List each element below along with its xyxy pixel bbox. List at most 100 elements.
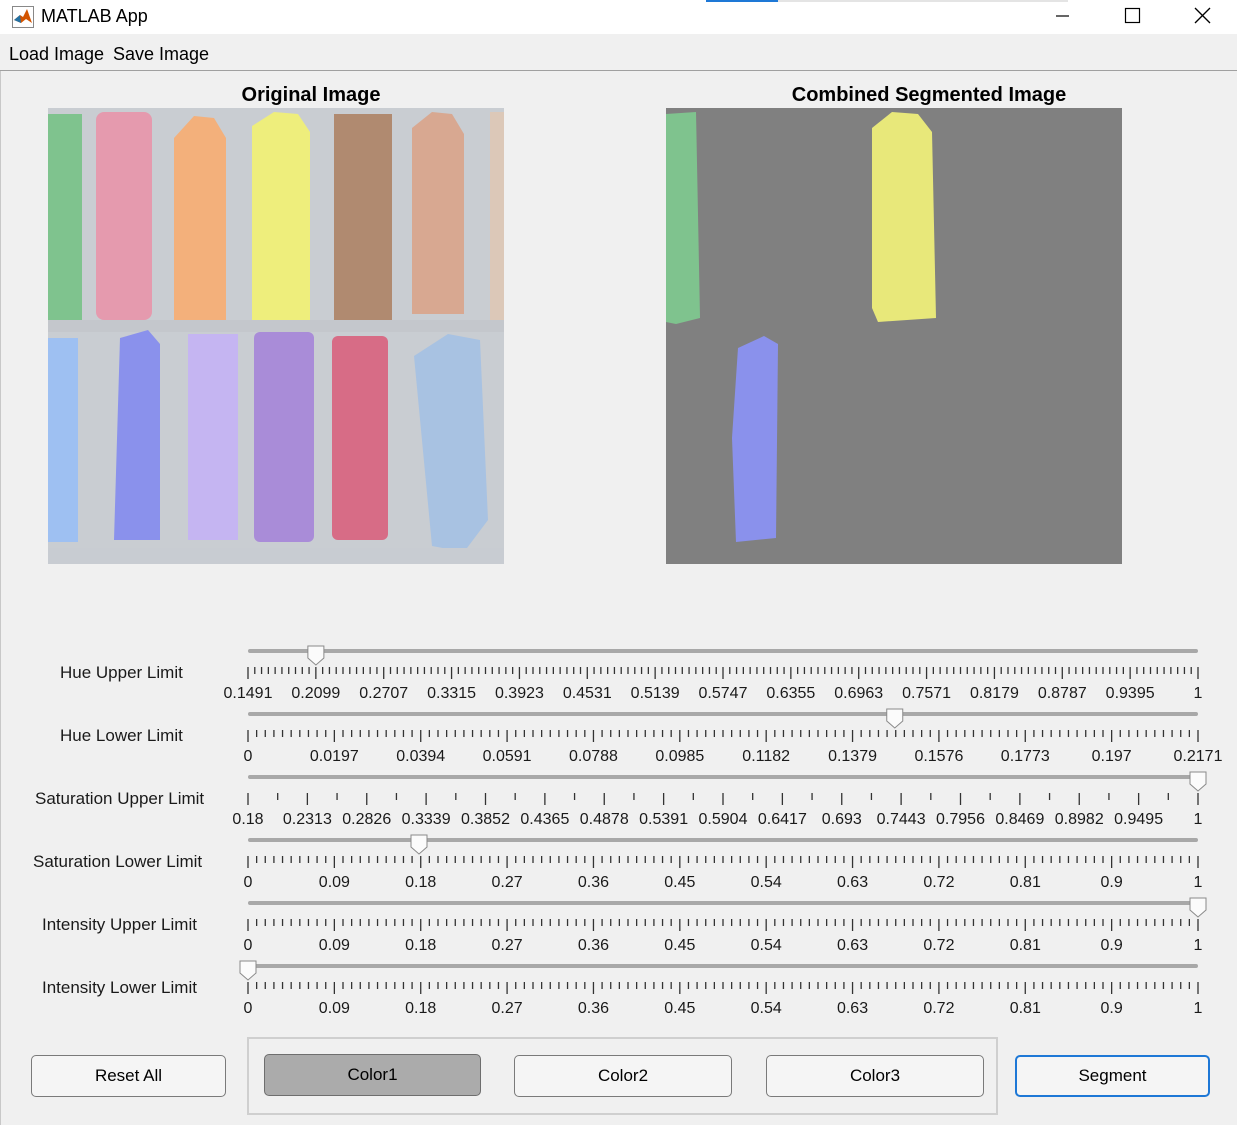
tick-label: 0.9495 — [1114, 811, 1164, 828]
tick-label: 0.2826 — [342, 811, 392, 828]
tick-label: 0.1773 — [1000, 748, 1050, 765]
tick-label: 0.5904 — [698, 811, 748, 828]
color3-button[interactable]: Color3 — [766, 1055, 984, 1097]
color2-button[interactable]: Color2 — [514, 1055, 732, 1097]
tick-label: 0.5139 — [630, 685, 680, 702]
tick-label: 0.8179 — [969, 685, 1019, 702]
tick-label: 0.8982 — [1054, 811, 1104, 828]
minimize-button[interactable] — [1027, 0, 1097, 34]
title-accent-bar-2 — [778, 0, 1068, 2]
slider-thumb[interactable] — [1189, 897, 1207, 918]
tick-label: 0.18 — [405, 1000, 437, 1017]
slider-track — [248, 712, 1198, 716]
tick-label: 0.45 — [664, 1000, 696, 1017]
slider-4[interactable] — [0, 897, 1237, 937]
maximize-button[interactable] — [1097, 0, 1167, 34]
slider-thumb[interactable] — [886, 708, 904, 729]
tick-label: 0.1182 — [742, 748, 791, 765]
color1-button[interactable]: Color1 — [264, 1054, 481, 1096]
tick-label: 0.36 — [577, 1000, 610, 1017]
reset-all-button[interactable]: Reset All — [31, 1055, 226, 1097]
slider-track — [248, 649, 1198, 653]
slider-0[interactable] — [0, 645, 1237, 685]
menu-load-image[interactable]: Load Image — [9, 44, 104, 65]
tick-label: 0.693 — [821, 811, 862, 828]
tick-label: 0.1576 — [914, 748, 964, 765]
tick-label: 0.9 — [1100, 1000, 1123, 1017]
tick-label: 0.72 — [923, 1000, 955, 1017]
tick-label: 0.54 — [750, 1000, 782, 1017]
close-icon — [1194, 7, 1211, 24]
tick-label: 0.1491 — [223, 685, 273, 702]
tick-label: 1 — [1193, 685, 1203, 702]
tick-label: 0.36 — [577, 937, 610, 954]
tick-label: 0.09 — [318, 1000, 350, 1017]
tick-label: 0.72 — [923, 874, 955, 891]
slider-1[interactable] — [0, 708, 1237, 748]
menu-save-image[interactable]: Save Image — [113, 44, 209, 65]
tick-label: 0.7571 — [902, 685, 952, 702]
tick-label: 0.63 — [836, 874, 869, 891]
tick-label: 0.54 — [750, 874, 782, 891]
tick-label: 1 — [1193, 1000, 1203, 1017]
tick-label: 0.27 — [491, 937, 523, 954]
tick-label: 0.5747 — [698, 685, 748, 702]
tick-label: 0.6963 — [834, 685, 884, 702]
tick-label: 0.09 — [318, 937, 350, 954]
tick-label: 0.81 — [1009, 937, 1041, 954]
tick-label: 1 — [1193, 937, 1203, 954]
tick-label: 0.45 — [664, 937, 696, 954]
original-image — [48, 108, 504, 564]
title-bar: MATLAB App — [0, 0, 1237, 34]
slider-thumb[interactable] — [307, 645, 325, 666]
slider-track — [248, 964, 1198, 968]
tick-label: 0.63 — [836, 1000, 869, 1017]
segmented-image-title: Combined Segmented Image — [791, 84, 1067, 106]
slider-2[interactable] — [0, 771, 1237, 811]
tick-label: 0.0394 — [396, 748, 446, 765]
tick-label: 0.7956 — [936, 811, 985, 828]
tick-label: 0.8469 — [995, 811, 1045, 828]
slider-thumb[interactable] — [410, 834, 428, 855]
segmented-image — [666, 108, 1122, 564]
tick-label: 0.6355 — [766, 685, 816, 702]
slider-thumb[interactable] — [239, 960, 257, 981]
tick-label: 0.0788 — [568, 748, 618, 765]
tick-label: 0.8787 — [1037, 685, 1087, 702]
tick-label: 0 — [243, 1000, 253, 1017]
tick-label: 0.72 — [923, 937, 955, 954]
tick-label: 0.197 — [1091, 748, 1132, 765]
minimize-icon — [1056, 15, 1069, 17]
tick-label: 0.2313 — [282, 811, 332, 828]
tick-label: 0.5391 — [639, 811, 689, 828]
tick-label: 1 — [1193, 874, 1203, 891]
tick-label: 0.9 — [1100, 874, 1123, 891]
tick-label: 0.81 — [1009, 874, 1041, 891]
tick-label: 0.63 — [836, 937, 869, 954]
tick-label: 0.3315 — [427, 685, 477, 702]
tick-label: 0.3852 — [461, 811, 510, 828]
tick-label: 0.2707 — [359, 685, 409, 702]
tick-label: 0.18 — [405, 937, 437, 954]
original-image-title: Original Image — [241, 84, 381, 106]
tick-label: 0.18 — [405, 874, 437, 891]
tick-label: 0 — [243, 748, 253, 765]
title-accent-bar — [706, 0, 778, 2]
slider-thumb[interactable] — [1189, 771, 1207, 792]
tick-label: 0.0591 — [482, 748, 532, 765]
tick-label: 0.4365 — [520, 811, 570, 828]
tick-label: 0.2099 — [291, 685, 341, 702]
tick-label: 0.9 — [1100, 937, 1123, 954]
tick-label: 1 — [1193, 811, 1203, 828]
slider-track — [248, 838, 1198, 842]
slider-5[interactable] — [0, 960, 1237, 1000]
tick-label: 0 — [243, 937, 253, 954]
slider-3[interactable] — [0, 834, 1237, 874]
maximize-icon — [1124, 7, 1141, 24]
close-button[interactable] — [1167, 0, 1237, 34]
tick-label: 0.3923 — [494, 685, 544, 702]
segment-button[interactable]: Segment — [1015, 1055, 1210, 1097]
tick-label: 0.6417 — [757, 811, 807, 828]
tick-label: 0.4878 — [579, 811, 629, 828]
tick-label: 0.27 — [491, 1000, 523, 1017]
